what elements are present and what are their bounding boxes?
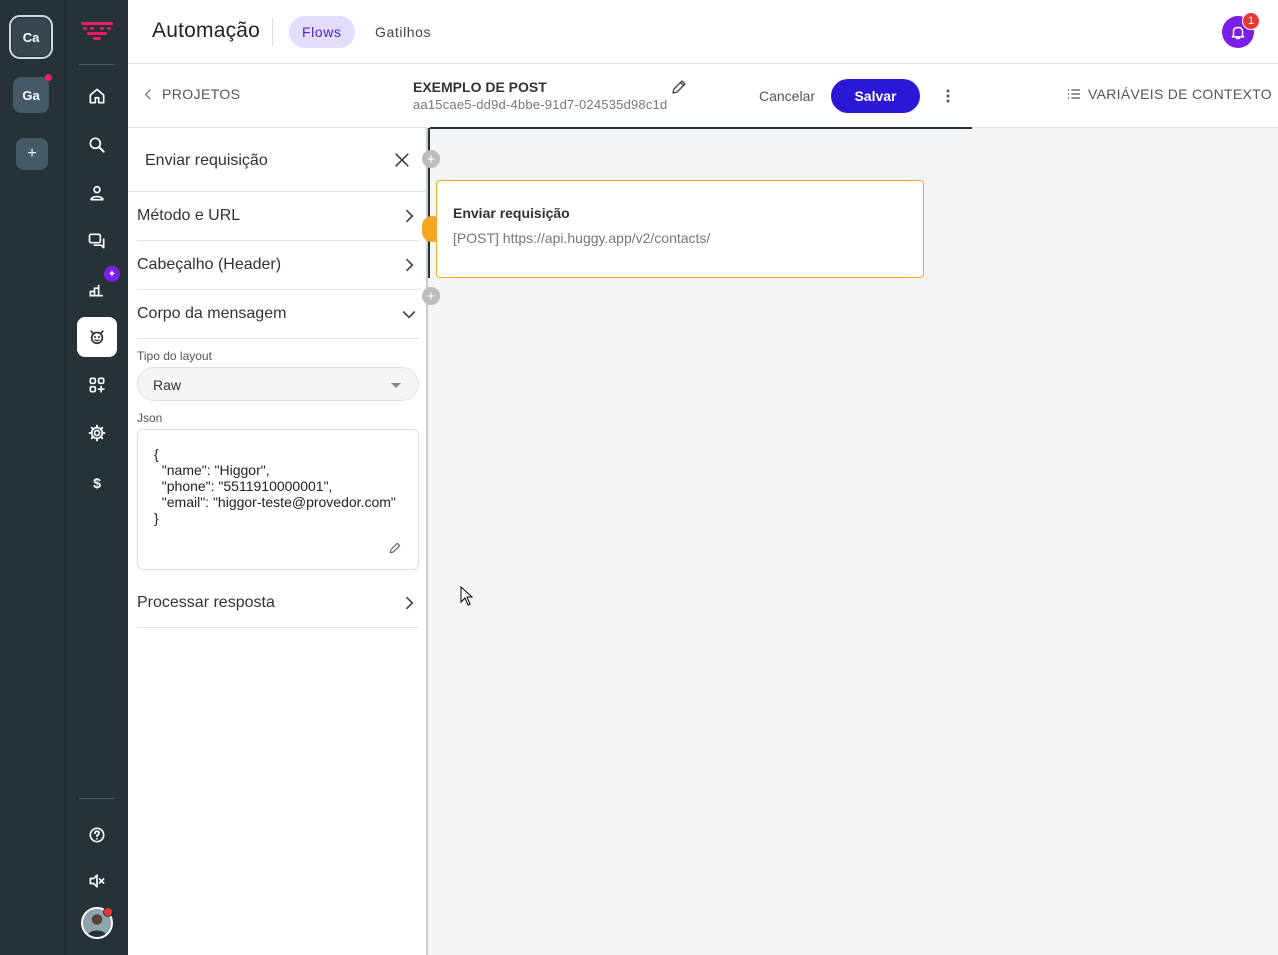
add-step-button[interactable]: +: [422, 287, 440, 305]
list-icon: [1068, 89, 1080, 99]
add-step-button[interactable]: +: [422, 150, 440, 168]
edit-pencil-icon[interactable]: [388, 541, 402, 555]
project-name: EXEMPLO DE POST: [413, 79, 547, 95]
chevron-right-icon: [405, 258, 414, 272]
chevron-left-icon: [144, 88, 151, 100]
brand-logo: [81, 22, 113, 40]
tab-flows[interactable]: Flows: [289, 16, 355, 48]
title-divider: [272, 18, 273, 46]
apps-icon: [89, 377, 105, 393]
search-icon: [89, 137, 105, 153]
nav-home[interactable]: [77, 76, 117, 116]
section-processar-resposta[interactable]: Processar resposta: [137, 579, 419, 628]
tab-label: Gatilhos: [375, 24, 432, 40]
nav-contacts[interactable]: [77, 173, 117, 213]
node-title: Enviar requisição: [453, 205, 570, 221]
save-button[interactable]: Salvar: [831, 79, 920, 113]
home-icon: [89, 88, 105, 104]
step-config-panel: Enviar requisição Método e URL Cabeçalho…: [128, 128, 428, 955]
back-to-projects-link[interactable]: PROJETOS: [144, 86, 240, 102]
workspace-label: Ga: [22, 87, 40, 103]
notification-count-badge: 1: [1242, 12, 1260, 30]
back-label: PROJETOS: [162, 86, 241, 102]
json-editor[interactable]: { "name": "Higgor", "phone": "5511910000…: [137, 429, 419, 570]
nav-chats[interactable]: [77, 221, 117, 261]
layout-type-select[interactable]: Raw: [137, 367, 419, 401]
nav-divider: [79, 64, 115, 65]
tab-label: Flows: [302, 24, 342, 40]
section-label: Cabeçalho (Header): [137, 256, 282, 273]
svg-text:$: $: [93, 476, 101, 492]
context-variables-label: VARIÁVEIS DE CONTEXTO: [1088, 86, 1272, 102]
section-corpo-mensagem[interactable]: Corpo da mensagem: [137, 290, 419, 339]
contacts-icon: [90, 185, 104, 201]
nav-settings[interactable]: [77, 413, 117, 453]
select-value: Raw: [153, 377, 182, 393]
add-workspace-button[interactable]: +: [16, 138, 48, 170]
panel-title: Enviar requisição: [145, 152, 268, 169]
nav-reports[interactable]: ✦: [77, 266, 120, 309]
layout-type-label: Tipo do layout: [137, 349, 212, 363]
context-variables-button[interactable]: VARIÁVEIS DE CONTEXTO: [1066, 86, 1272, 102]
workspace-label: Ca: [22, 29, 40, 45]
chats-icon: [88, 233, 105, 249]
workspace-notification-dot: [45, 74, 52, 81]
nav-search[interactable]: [77, 125, 117, 165]
project-toolbar: PROJETOS EXEMPLO DE POST aa15cae5-dd9d-4…: [128, 64, 1278, 128]
json-label: Json: [137, 411, 163, 425]
section-cabecalho[interactable]: Cabeçalho (Header): [137, 241, 419, 290]
settings-icon: [88, 424, 106, 442]
edit-pencil-icon[interactable]: [670, 78, 688, 96]
app-header: Automação Flows Gatilhos 1: [128, 0, 1278, 64]
project-id: aa15cae5-dd9d-4bbe-91d7-024535d98c1d: [413, 97, 668, 112]
automation-icon: [90, 330, 104, 345]
nav-mute[interactable]: [77, 861, 117, 901]
chevron-right-icon: [405, 596, 414, 610]
chevron-down-icon: [402, 310, 416, 319]
section-label: Processar resposta: [137, 594, 275, 611]
workspace-ga[interactable]: Ga: [13, 74, 52, 113]
section-metodo-url[interactable]: Método e URL: [137, 192, 419, 241]
canvas-top-edge: [430, 127, 972, 129]
more-options-button[interactable]: [936, 84, 960, 108]
plus-icon: +: [27, 145, 37, 162]
billing-icon: $: [93, 476, 101, 492]
nav-apps[interactable]: [77, 365, 117, 405]
workspace-rail: Ca Ga +: [0, 0, 64, 955]
help-icon: [89, 827, 105, 843]
flow-node-card[interactable]: Enviar requisição [POST] https://api.hug…: [436, 180, 924, 278]
mouse-cursor-icon: [460, 586, 474, 606]
node-endpoint: [POST] https://api.huggy.app/v2/contacts…: [453, 230, 711, 246]
cancel-button[interactable]: Cancelar: [748, 79, 826, 113]
plus-icon: +: [426, 287, 436, 305]
plus-icon: +: [426, 150, 436, 168]
section-label: Método e URL: [137, 207, 241, 224]
json-content: { "name": "Higgor", "phone": "5511910000…: [154, 446, 396, 526]
mute-icon: [89, 874, 105, 888]
panel-header: Enviar requisição: [128, 128, 426, 192]
reports-icon: [89, 284, 103, 297]
chevron-right-icon: [405, 209, 414, 223]
nav-billing[interactable]: $: [77, 463, 117, 503]
tab-gatilhos[interactable]: Gatilhos: [362, 16, 444, 48]
more-vertical-icon: [946, 89, 950, 103]
close-icon[interactable]: [392, 150, 412, 170]
caret-down-icon: [391, 383, 401, 388]
section-label: Corpo da mensagem: [137, 305, 287, 322]
page-title: Automação: [152, 19, 261, 42]
nav-divider: [79, 798, 115, 799]
status-dot: [103, 907, 113, 917]
nav-help[interactable]: [77, 815, 117, 855]
nav-automation[interactable]: [77, 317, 117, 357]
workspace-ca[interactable]: Ca: [9, 15, 53, 59]
nav-rail: ✦ $: [64, 0, 128, 955]
sparkle-badge: ✦: [104, 266, 120, 282]
